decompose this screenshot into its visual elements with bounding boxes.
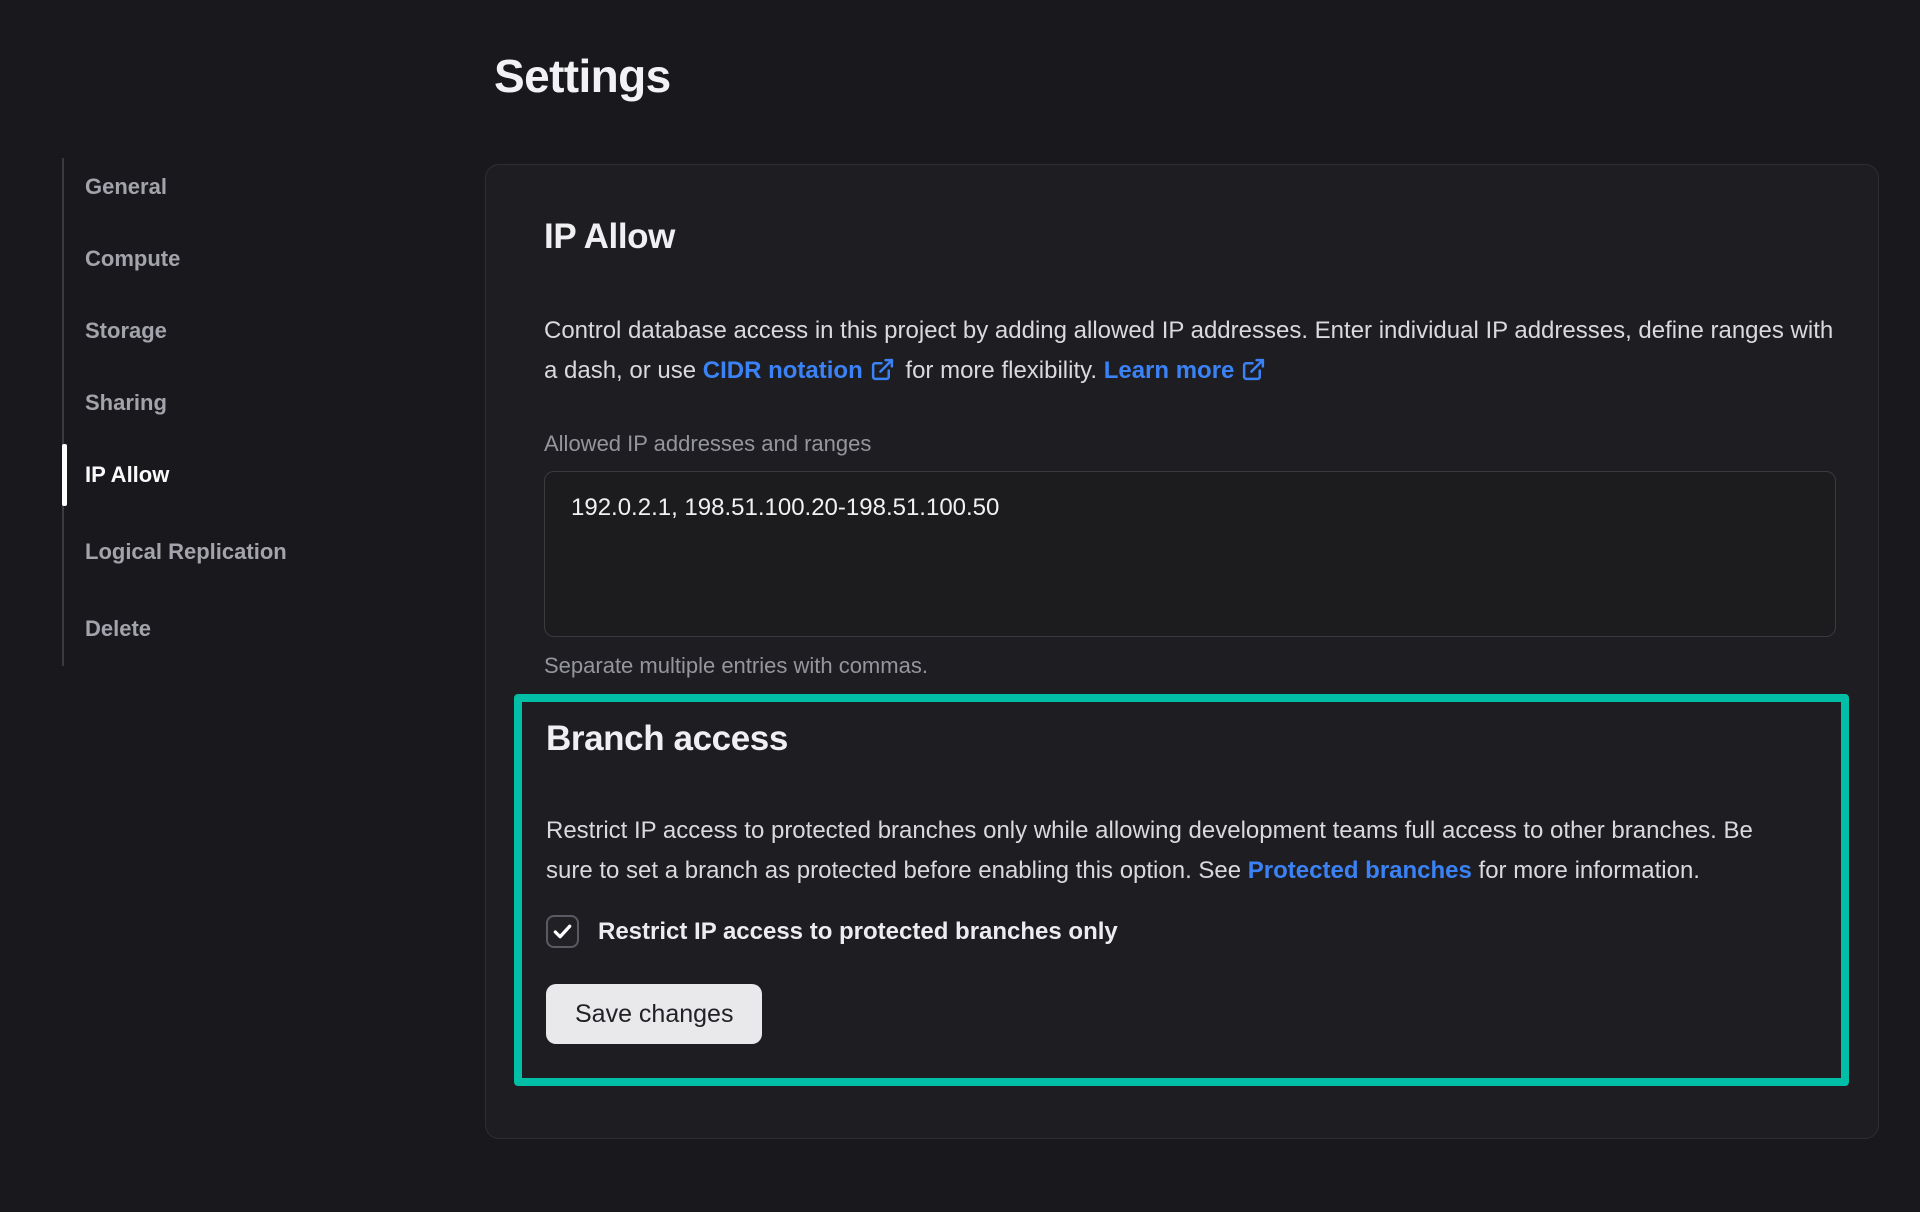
save-changes-button[interactable]: Save changes [546,984,762,1044]
ip-addresses-field-helper: Separate multiple entries with commas. [544,651,1834,681]
ip-allow-description: Control database access in this project … [544,311,1834,395]
sidebar-item-ip-allow[interactable]: IP Allow [85,460,385,490]
checkmark-icon [551,920,574,943]
sidebar-item-delete[interactable]: Delete [85,614,385,644]
ip-allow-card: IP Allow Control database access in this… [485,164,1879,1139]
restrict-ip-checkbox-row[interactable]: Restrict IP access to protected branches… [546,915,1817,948]
sidebar-item-sharing[interactable]: Sharing [85,388,385,418]
ip-allow-description-text-2: for more flexibility. [899,357,1104,384]
ip-addresses-input[interactable]: 192.0.2.1, 198.51.100.20-198.51.100.50 [544,471,1836,637]
learn-more-link[interactable]: Learn more [1104,357,1235,384]
sidebar-item-compute[interactable]: Compute [85,244,385,274]
settings-sidebar: General Compute Storage Sharing IP Allow… [62,158,422,666]
branch-access-heading: Branch access [546,717,1817,761]
branch-access-description-text-2: for more information. [1472,857,1700,884]
external-link-icon [1241,355,1266,395]
branch-access-description: Restrict IP access to protected branches… [546,811,1801,891]
restrict-ip-checkbox-label: Restrict IP access to protected branches… [598,915,1118,948]
restrict-ip-checkbox[interactable] [546,915,579,948]
ip-addresses-field-label: Allowed IP addresses and ranges [544,429,1834,459]
sidebar-item-general[interactable]: General [85,172,385,202]
protected-branches-link[interactable]: Protected branches [1248,857,1472,884]
sidebar-item-logical-replication[interactable]: Logical Replication [85,532,385,572]
cidr-notation-link[interactable]: CIDR notation [703,357,863,384]
ip-allow-heading: IP Allow [544,215,1834,259]
sidebar-item-storage[interactable]: Storage [85,316,385,346]
external-link-icon [870,355,895,395]
settings-page: Settings General Compute Storage Sharing… [0,0,1920,1212]
branch-access-highlight-box: Branch access Restrict IP access to prot… [514,694,1849,1086]
page-title: Settings [494,46,671,106]
